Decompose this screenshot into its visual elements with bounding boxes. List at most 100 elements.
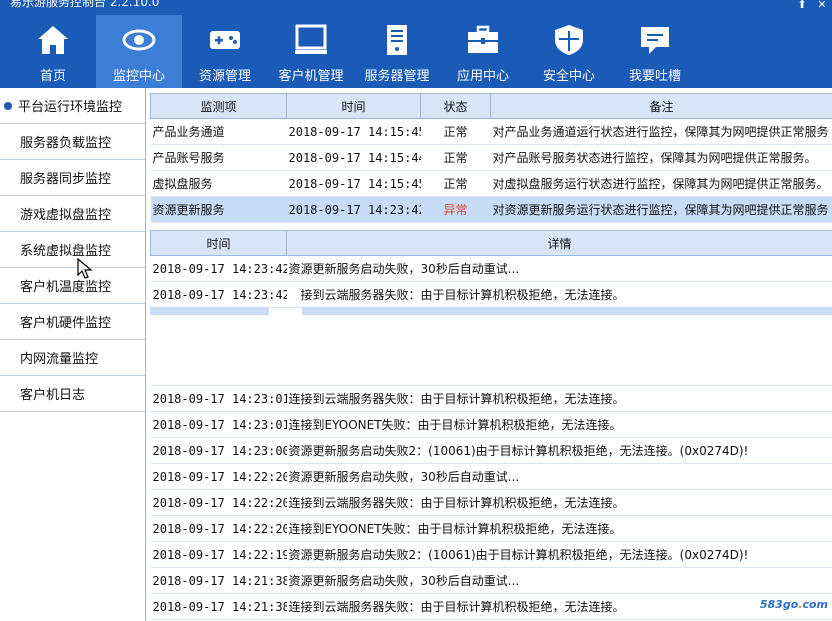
cell-detail: 连接到EYOONET失败：由于目标计算机积极拒绝，无法连接。 [286, 515, 832, 542]
eye-icon [122, 29, 156, 51]
sidebar-item-label: 客户机温度监控 [20, 280, 112, 295]
monitor-icon [295, 24, 327, 54]
sidebar-item-system-vdisk[interactable]: 系统虚拟盘监控 [0, 232, 145, 268]
table-row-blank [150, 307, 832, 386]
col-header-time[interactable]: 时间 [286, 93, 421, 119]
col-header-status[interactable]: 状态 [420, 93, 491, 119]
nav-client-management[interactable]: 客户机管理 [268, 15, 354, 88]
cell-detail: 连接到云端服务器失败：由于目标计算机积极拒绝，无法连接。 [286, 593, 832, 620]
status-badge: 异常 [420, 196, 491, 223]
sidebar-item-server-load[interactable]: 服务器负载监控 [0, 124, 145, 160]
nav-app-center[interactable]: 应用中心 [440, 15, 526, 88]
cell-detail: 连接到云端服务器失败：由于目标计算机积极拒绝，无法连接。 [286, 385, 832, 412]
sidebar-item-client-log[interactable]: 客户机日志 [0, 376, 145, 412]
status-badge: 正常 [420, 170, 491, 197]
cell-time: 2018-09-17 14:23:01 [150, 385, 287, 412]
col-header-item[interactable]: 监测项 [150, 93, 287, 119]
sidebar-item-label: 平台运行环境监控 [18, 100, 123, 115]
nav-resource-management[interactable]: 资源管理 [182, 15, 268, 88]
sidebar-item-lan-traffic[interactable]: 内网流量监控 [0, 340, 145, 376]
close-icon[interactable]: ✕ [816, 0, 828, 10]
table-row[interactable]: 2018-09-17 14:22:20 连接到EYOONET失败：由于目标计算机… [150, 515, 832, 542]
cell-time: 2018-09-17 14:15:45 [286, 170, 421, 197]
selection-highlight [150, 307, 832, 315]
table-row[interactable]: 2018-09-17 14:23:00 资源更新服务启动失败2：(10061)由… [150, 437, 832, 464]
cell-time: 2018-09-17 14:22:19 [150, 541, 287, 568]
cell-time: 2018-09-17 14:21:38 [150, 567, 287, 594]
cell-note: 对产品业务通道运行状态进行监控，保障其为网吧提供正常服务 [490, 118, 832, 145]
nav-label: 监控中心 [112, 69, 165, 84]
active-dot-icon [4, 101, 12, 110]
toolbox-icon [468, 25, 498, 53]
table-row[interactable]: 2018-09-17 14:23:01 连接到云端服务器失败：由于目标计算机积极… [150, 385, 832, 412]
sidebar-item-label: 客户机日志 [20, 388, 86, 403]
cell-detail: 资源更新服务启动失败，30秒后自动重试... [286, 567, 832, 594]
table-row[interactable]: 2018-09-17 14:21:38 资源更新服务启动失败，30秒后自动重试.… [150, 567, 832, 594]
table-row[interactable]: 虚拟盘服务 2018-09-17 14:15:45 正常 对虚拟盘服务运行状态进… [150, 170, 832, 197]
nav-feedback[interactable]: 我要吐槽 [612, 15, 698, 88]
cell-item: 虚拟盘服务 [150, 170, 287, 197]
main-nav: 首页 监控中心 资源管理 客户机管理 服务器管理 应用中心 安全中心 我要吐槽 [10, 15, 698, 88]
col-header-note[interactable]: 备注 [490, 93, 832, 119]
table-row-selected[interactable]: 资源更新服务 2018-09-17 14:23:42 异常 对资源更新服务运行状… [150, 196, 832, 223]
cell-note: 对产品账号服务状态进行监控，保障其为网吧提供正常服务。 [490, 144, 832, 171]
col-header-detail[interactable]: 详情 [286, 230, 832, 256]
sidebar-item-label: 服务器同步监控 [20, 172, 112, 187]
nav-server-management[interactable]: 服务器管理 [354, 15, 440, 88]
table-row[interactable]: 2018-09-17 14:22:20 连接到云端服务器失败：由于目标计算机积极… [150, 489, 832, 516]
home-icon [38, 26, 68, 54]
cell-detail: 资源更新服务启动失败2：(10061)由于目标计算机积极拒绝，无法连接。(0x0… [286, 541, 832, 568]
table-row[interactable]: 2018-09-17 14:23:42 接到云端服务器失败：由于目标计算机积极拒… [150, 281, 832, 308]
nav-label: 应用中心 [456, 69, 509, 84]
nav-label: 客户机管理 [278, 69, 344, 84]
cell-item: 产品业务通道 [150, 118, 287, 145]
status-table: 监测项 时间 状态 备注 产品业务通道 2018-09-17 14:15:45 … [150, 93, 832, 223]
cell-item: 资源更新服务 [150, 196, 287, 223]
sidebar-item-label: 客户机硬件监控 [20, 316, 112, 331]
table-row[interactable]: 产品业务通道 2018-09-17 14:15:45 正常 对产品业务通道运行状… [150, 118, 832, 145]
cell-note: 对资源更新服务运行状态进行监控，保障其为网吧提供正常服务 [490, 196, 832, 223]
cell-time: 2018-09-17 14:21:38 [150, 593, 287, 620]
sidebar-item-label: 游戏虚拟盘监控 [20, 208, 112, 223]
shield-icon [555, 25, 583, 55]
sidebar-item-server-sync[interactable]: 服务器同步监控 [0, 160, 145, 196]
sidebar-item-game-vdisk[interactable]: 游戏虚拟盘监控 [0, 196, 145, 232]
sidebar-item-label: 内网流量监控 [20, 352, 99, 367]
table-row[interactable]: 2018-09-17 14:22:20 资源更新服务启动失败，30秒后自动重试.… [150, 463, 832, 490]
sidebar-item-client-hardware[interactable]: 客户机硬件监控 [0, 304, 145, 340]
table-row[interactable]: 2018-09-17 14:21:38 连接到云端服务器失败：由于目标计算机积极… [150, 593, 832, 620]
top-bar: 易乐游服务控制台 2.2.10.0 ⬆ ✕ 首页 监控中心 资源管理 客户机管理… [0, 0, 832, 88]
cell-detail: 连接到EYOONET失败：由于目标计算机积极拒绝，无法连接。 [286, 411, 832, 438]
nav-monitor-center[interactable]: 监控中心 [96, 15, 182, 88]
sidebar: 平台运行环境监控 服务器负载监控 服务器同步监控 游戏虚拟盘监控 系统虚拟盘监控… [0, 88, 146, 621]
col-header-time[interactable]: 时间 [150, 230, 287, 256]
window-controls: ⬆ ✕ [796, 0, 828, 10]
table-row[interactable]: 2018-09-17 14:22:19 资源更新服务启动失败2：(10061)由… [150, 541, 832, 568]
table-row[interactable]: 产品账号服务 2018-09-17 14:15:44 正常 对产品账号服务状态进… [150, 144, 832, 171]
status-badge: 正常 [420, 118, 491, 145]
sidebar-item-client-temperature[interactable]: 客户机温度监控 [0, 268, 145, 304]
cell-time: 2018-09-17 14:23:01 [150, 411, 287, 438]
nav-label: 我要吐槽 [628, 69, 681, 84]
cell-detail: 连接到云端服务器失败：由于目标计算机积极拒绝，无法连接。 [286, 489, 832, 516]
server-icon [387, 25, 407, 55]
table-row[interactable]: 2018-09-17 14:23:01 连接到EYOONET失败：由于目标计算机… [150, 411, 832, 438]
nav-home[interactable]: 首页 [10, 15, 96, 88]
cell-note: 对虚拟盘服务运行状态进行监控，保障其为网吧提供正常服务。 [490, 170, 832, 197]
main-panel: 监测项 时间 状态 备注 产品业务通道 2018-09-17 14:15:45 … [150, 93, 832, 621]
watermark-logo: 583go.com [759, 598, 828, 611]
app-title: 易乐游服务控制台 2.2.10.0 [10, 0, 160, 9]
sidebar-item-label: 系统虚拟盘监控 [20, 244, 112, 259]
cell-time: 2018-09-17 14:23:42 [286, 196, 421, 223]
gamepad-icon [210, 31, 240, 49]
title-bar: 易乐游服务控制台 2.2.10.0 ⬆ ✕ [0, 0, 832, 12]
cell-time: 2018-09-17 14:22:20 [150, 515, 287, 542]
nav-security-center[interactable]: 安全中心 [526, 15, 612, 88]
pin-icon[interactable]: ⬆ [796, 0, 808, 10]
cell-item: 产品账号服务 [150, 144, 287, 171]
cell-time: 2018-09-17 14:22:20 [150, 463, 287, 490]
cell-detail: 资源更新服务启动失败2：(10061)由于目标计算机积极拒绝，无法连接。(0x0… [286, 437, 832, 464]
table-row[interactable]: 2018-09-17 14:23:42 资源更新服务启动失败，30秒后自动重试.… [150, 255, 832, 282]
sidebar-item-platform-env[interactable]: 平台运行环境监控 [0, 88, 145, 124]
cell-detail: 资源更新服务启动失败，30秒后自动重试... [286, 255, 832, 282]
